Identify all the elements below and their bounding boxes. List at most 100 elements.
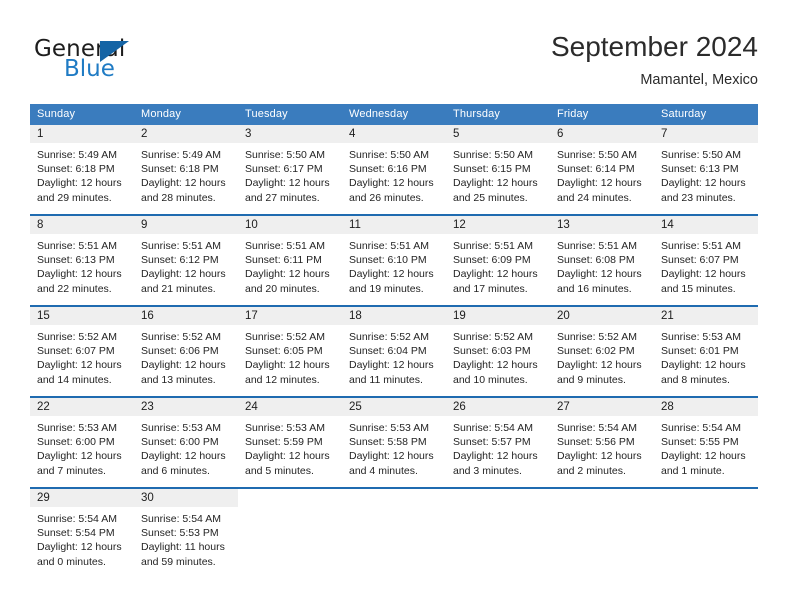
sunrise-text: Sunrise: 5:52 AM <box>37 331 117 343</box>
daylight-text-line2: and 59 minutes. <box>141 555 216 568</box>
day-number: 6 <box>550 125 654 143</box>
sunrise-text: Sunrise: 5:51 AM <box>557 240 637 252</box>
day-cell[interactable]: 29 Sunrise: 5:54 AM Sunset: 5:54 PM Dayl… <box>30 489 134 572</box>
day-cell[interactable]: 7 Sunrise: 5:50 AM Sunset: 6:13 PM Dayli… <box>654 125 758 208</box>
daylight-text-line1: Daylight: 12 hours <box>349 268 434 281</box>
day-number: 5 <box>446 125 550 143</box>
sunset-text: Sunset: 6:01 PM <box>661 345 739 358</box>
sunset-text: Sunset: 6:05 PM <box>245 345 323 358</box>
daylight-text-line1: Daylight: 12 hours <box>37 359 122 372</box>
page-title: September 2024 <box>550 31 758 62</box>
sunset-text: Sunset: 6:09 PM <box>453 254 531 267</box>
day-cell[interactable]: 14 Sunrise: 5:51 AM Sunset: 6:07 PM Dayl… <box>654 216 758 299</box>
day-details: Sunrise: 5:53 AM Sunset: 5:59 PM Dayligh… <box>238 416 342 478</box>
daylight-text-line2: and 2 minutes. <box>557 464 626 477</box>
sunrise-text: Sunrise: 5:53 AM <box>141 422 221 434</box>
sunrise-text: Sunrise: 5:52 AM <box>557 331 637 343</box>
daylight-text-line2: and 15 minutes. <box>661 282 736 295</box>
day-details: Sunrise: 5:51 AM Sunset: 6:07 PM Dayligh… <box>654 234 758 296</box>
day-cell[interactable]: 27 Sunrise: 5:54 AM Sunset: 5:56 PM Dayl… <box>550 398 654 481</box>
brand-name-blue: Blue <box>64 56 115 82</box>
day-number: 12 <box>446 216 550 234</box>
daylight-text-line2: and 23 minutes. <box>661 191 736 204</box>
daylight-text-line2: and 4 minutes. <box>349 464 418 477</box>
sunset-text: Sunset: 5:53 PM <box>141 527 219 540</box>
sunrise-text: Sunrise: 5:50 AM <box>557 149 637 161</box>
day-cell[interactable]: 18 Sunrise: 5:52 AM Sunset: 6:04 PM Dayl… <box>342 307 446 390</box>
sunset-text: Sunset: 6:12 PM <box>141 254 219 267</box>
day-number: 22 <box>30 398 134 416</box>
sunset-text: Sunset: 6:18 PM <box>37 163 115 176</box>
day-details: Sunrise: 5:51 AM Sunset: 6:09 PM Dayligh… <box>446 234 550 296</box>
day-cell[interactable]: 10 Sunrise: 5:51 AM Sunset: 6:11 PM Dayl… <box>238 216 342 299</box>
day-cell[interactable]: 5 Sunrise: 5:50 AM Sunset: 6:15 PM Dayli… <box>446 125 550 208</box>
sunset-text: Sunset: 6:07 PM <box>37 345 115 358</box>
day-cell[interactable]: 8 Sunrise: 5:51 AM Sunset: 6:13 PM Dayli… <box>30 216 134 299</box>
weekday-header-wednesday: Wednesday <box>349 108 409 120</box>
day-cell[interactable]: 19 Sunrise: 5:52 AM Sunset: 6:03 PM Dayl… <box>446 307 550 390</box>
day-cell[interactable]: 3 Sunrise: 5:50 AM Sunset: 6:17 PM Dayli… <box>238 125 342 208</box>
daylight-text-line2: and 11 minutes. <box>349 373 423 386</box>
page-subtitle-location: Mamantel, Mexico <box>640 72 758 88</box>
sunset-text: Sunset: 6:13 PM <box>37 254 115 267</box>
day-details: Sunrise: 5:51 AM Sunset: 6:08 PM Dayligh… <box>550 234 654 296</box>
sunrise-text: Sunrise: 5:54 AM <box>661 422 741 434</box>
day-cell[interactable]: 2 Sunrise: 5:49 AM Sunset: 6:18 PM Dayli… <box>134 125 238 208</box>
daylight-text-line1: Daylight: 12 hours <box>245 359 330 372</box>
daylight-text-line1: Daylight: 12 hours <box>349 177 434 190</box>
day-cell-empty <box>238 489 342 572</box>
week-row: 1 Sunrise: 5:49 AM Sunset: 6:18 PM Dayli… <box>30 125 758 208</box>
day-cell[interactable]: 11 Sunrise: 5:51 AM Sunset: 6:10 PM Dayl… <box>342 216 446 299</box>
day-cell[interactable]: 25 Sunrise: 5:53 AM Sunset: 5:58 PM Dayl… <box>342 398 446 481</box>
day-cell[interactable]: 1 Sunrise: 5:49 AM Sunset: 6:18 PM Dayli… <box>30 125 134 208</box>
day-cell[interactable]: 12 Sunrise: 5:51 AM Sunset: 6:09 PM Dayl… <box>446 216 550 299</box>
day-cell[interactable]: 28 Sunrise: 5:54 AM Sunset: 5:55 PM Dayl… <box>654 398 758 481</box>
daylight-text-line2: and 24 minutes. <box>557 191 632 204</box>
day-cell[interactable]: 6 Sunrise: 5:50 AM Sunset: 6:14 PM Dayli… <box>550 125 654 208</box>
day-cell[interactable]: 24 Sunrise: 5:53 AM Sunset: 5:59 PM Dayl… <box>238 398 342 481</box>
sunset-text: Sunset: 6:11 PM <box>245 254 322 267</box>
daylight-text-line1: Daylight: 12 hours <box>661 177 746 190</box>
day-details: Sunrise: 5:54 AM Sunset: 5:53 PM Dayligh… <box>134 507 238 569</box>
day-cell[interactable]: 26 Sunrise: 5:54 AM Sunset: 5:57 PM Dayl… <box>446 398 550 481</box>
day-cell[interactable]: 22 Sunrise: 5:53 AM Sunset: 6:00 PM Dayl… <box>30 398 134 481</box>
day-number: 15 <box>30 307 134 325</box>
day-details: Sunrise: 5:50 AM Sunset: 6:15 PM Dayligh… <box>446 143 550 205</box>
daylight-text-line2: and 5 minutes. <box>245 464 314 477</box>
day-cell[interactable]: 30 Sunrise: 5:54 AM Sunset: 5:53 PM Dayl… <box>134 489 238 572</box>
day-cell[interactable]: 15 Sunrise: 5:52 AM Sunset: 6:07 PM Dayl… <box>30 307 134 390</box>
sunrise-text: Sunrise: 5:54 AM <box>141 513 221 525</box>
day-cell[interactable]: 4 Sunrise: 5:50 AM Sunset: 6:16 PM Dayli… <box>342 125 446 208</box>
daylight-text-line2: and 25 minutes. <box>453 191 528 204</box>
day-details: Sunrise: 5:54 AM Sunset: 5:55 PM Dayligh… <box>654 416 758 478</box>
sunset-text: Sunset: 6:00 PM <box>141 436 219 449</box>
sunrise-text: Sunrise: 5:51 AM <box>245 240 325 252</box>
daylight-text-line1: Daylight: 12 hours <box>557 268 642 281</box>
sunset-text: Sunset: 5:57 PM <box>453 436 531 449</box>
day-details: Sunrise: 5:53 AM Sunset: 5:58 PM Dayligh… <box>342 416 446 478</box>
sunrise-text: Sunrise: 5:53 AM <box>37 422 117 434</box>
sunrise-text: Sunrise: 5:51 AM <box>349 240 429 252</box>
sunrise-text: Sunrise: 5:54 AM <box>37 513 117 525</box>
sunrise-text: Sunrise: 5:50 AM <box>453 149 533 161</box>
day-cell[interactable]: 9 Sunrise: 5:51 AM Sunset: 6:12 PM Dayli… <box>134 216 238 299</box>
page-header: General Blue September 2024 Mamantel, Me… <box>0 0 792 100</box>
day-cell[interactable]: 17 Sunrise: 5:52 AM Sunset: 6:05 PM Dayl… <box>238 307 342 390</box>
day-cell-empty <box>342 489 446 572</box>
brand-logo[interactable]: General Blue <box>34 36 264 88</box>
day-cell[interactable]: 16 Sunrise: 5:52 AM Sunset: 6:06 PM Dayl… <box>134 307 238 390</box>
sunrise-text: Sunrise: 5:50 AM <box>661 149 741 161</box>
day-cell[interactable]: 20 Sunrise: 5:52 AM Sunset: 6:02 PM Dayl… <box>550 307 654 390</box>
day-number: 1 <box>30 125 134 143</box>
sunrise-text: Sunrise: 5:51 AM <box>141 240 221 252</box>
day-cell[interactable]: 23 Sunrise: 5:53 AM Sunset: 6:00 PM Dayl… <box>134 398 238 481</box>
sunrise-text: Sunrise: 5:52 AM <box>349 331 429 343</box>
daylight-text-line1: Daylight: 12 hours <box>661 268 746 281</box>
day-number: 23 <box>134 398 238 416</box>
day-number: 18 <box>342 307 446 325</box>
day-cell[interactable]: 21 Sunrise: 5:53 AM Sunset: 6:01 PM Dayl… <box>654 307 758 390</box>
day-number <box>342 489 446 507</box>
day-cell[interactable]: 13 Sunrise: 5:51 AM Sunset: 6:08 PM Dayl… <box>550 216 654 299</box>
weekday-header-tuesday: Tuesday <box>245 108 288 120</box>
day-number: 29 <box>30 489 134 507</box>
